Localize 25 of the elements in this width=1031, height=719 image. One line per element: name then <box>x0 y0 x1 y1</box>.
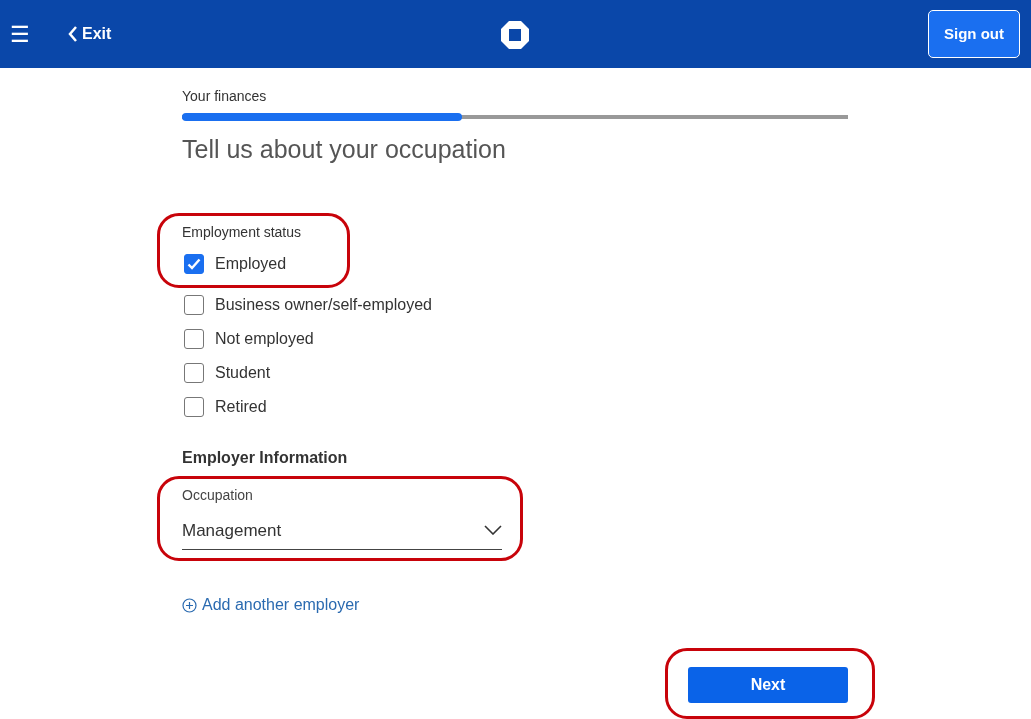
checkbox[interactable] <box>184 328 204 349</box>
field-label: Employment status <box>182 222 303 242</box>
next-button[interactable]: Next <box>688 667 848 703</box>
checkbox-label: Retired <box>215 396 267 417</box>
menu-button[interactable]: ☰ <box>0 17 60 51</box>
chevron-down-icon <box>484 525 502 536</box>
chevron-left-icon <box>68 26 78 42</box>
checkbox[interactable] <box>184 362 204 383</box>
checkbox[interactable] <box>184 253 204 274</box>
checkbox[interactable] <box>184 396 204 417</box>
occupation-dropdown[interactable]: Management <box>182 509 502 550</box>
progress-label: Your finances <box>182 87 268 106</box>
page-title: Tell us about your occupation <box>182 134 507 165</box>
checkbox-label: Student <box>215 362 271 383</box>
checkbox[interactable] <box>184 294 204 315</box>
exit-button[interactable]: Exit <box>68 22 112 46</box>
checkbox-label: Employed <box>215 253 287 274</box>
section-heading: Employer Information <box>182 447 349 468</box>
sign-out-button[interactable]: Sign out <box>928 9 1020 59</box>
checkbox-label: Business owner/self-employed <box>215 294 432 315</box>
add-employer-link[interactable]: Add another employer <box>182 593 360 617</box>
checkbox-label: Not employed <box>215 328 314 349</box>
field-label: Occupation <box>182 485 254 505</box>
logo-icon <box>500 20 530 50</box>
plus-circle-icon <box>182 597 197 613</box>
